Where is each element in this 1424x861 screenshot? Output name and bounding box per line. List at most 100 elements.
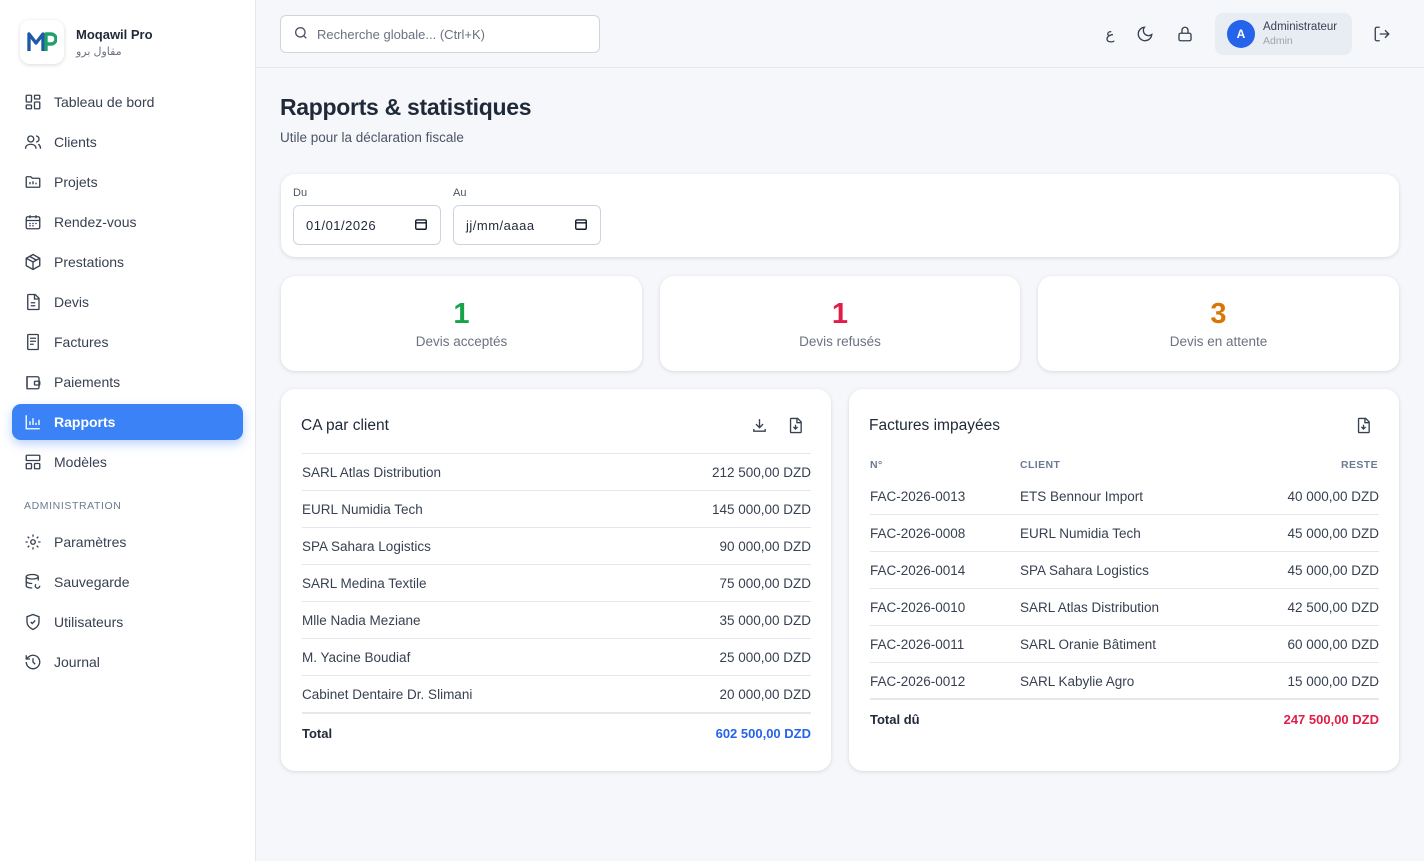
brand[interactable]: Moqawil Pro مقاول برو bbox=[20, 20, 153, 64]
lock-icon[interactable] bbox=[1175, 24, 1195, 44]
sidebar-item-projets[interactable]: Projets bbox=[12, 164, 243, 200]
pdf-export-icon[interactable] bbox=[786, 416, 804, 434]
sidebar-item-label: Rapports bbox=[54, 414, 116, 430]
ca-by-client-card: CA par client SARL Atlas Distribution 212… bbox=[281, 389, 831, 771]
invoice-number: FAC-2026-0013 bbox=[870, 489, 966, 504]
pdf-export-icon[interactable] bbox=[1354, 416, 1372, 434]
search-icon bbox=[293, 25, 309, 44]
table-row[interactable]: FAC-2026-0013 ETS Bennour Import 40 000,00… bbox=[870, 478, 1379, 515]
sidebar-item-label: Prestations bbox=[54, 254, 125, 270]
invoice-remaining: 15 000,00 DZD bbox=[1287, 674, 1379, 689]
column-header-remaining: RESTE bbox=[1340, 459, 1378, 471]
invoice-remaining: 45 000,00 DZD bbox=[1287, 526, 1379, 541]
sidebar: Moqawil Pro مقاول برو Tableau de bord Cl… bbox=[0, 0, 256, 861]
calendar-icon[interactable] bbox=[574, 217, 588, 234]
sidebar-item-label: Paramètres bbox=[54, 534, 127, 550]
user-menu[interactable]: A Administrateur Admin bbox=[1215, 13, 1352, 55]
sidebar-item-journal[interactable]: Journal bbox=[12, 644, 243, 680]
from-date-label: Du bbox=[293, 187, 308, 199]
invoice-client: ETS Bennour Import bbox=[1020, 489, 1144, 504]
sidebar-item-utilisateurs[interactable]: Utilisateurs bbox=[12, 604, 243, 640]
sidebar-item-rapports[interactable]: Rapports bbox=[12, 404, 243, 440]
to-date-input[interactable]: jj/mm/aaaa bbox=[453, 205, 601, 245]
invoice-client: SARL Oranie Bâtiment bbox=[1020, 637, 1157, 652]
table-row[interactable]: FAC-2026-0010 SARL Atlas Distribution 42 5… bbox=[870, 589, 1379, 626]
download-icon[interactable] bbox=[750, 416, 768, 434]
stat-card-refused: 1 Devis refusés bbox=[660, 276, 1020, 371]
column-header-number: N° bbox=[870, 459, 883, 471]
table-row[interactable]: FAC-2026-0012 SARL Kabylie Agro 15 000,00 … bbox=[870, 663, 1379, 700]
sidebar-item-modeles[interactable]: Modèles bbox=[12, 444, 243, 480]
calendar-icon[interactable] bbox=[414, 217, 428, 234]
sidebar-item-label: Journal bbox=[54, 654, 100, 670]
table-row: SARL Medina Textile 75 000,00 DZD bbox=[302, 564, 811, 601]
table-row: SPA Sahara Logistics 90 000,00 DZD bbox=[302, 527, 811, 564]
total-row: Total 602 500,00 DZD bbox=[302, 712, 811, 752]
moon-icon[interactable] bbox=[1135, 24, 1155, 44]
sidebar-item-devis[interactable]: Devis bbox=[12, 284, 243, 320]
stat-label: Devis refusés bbox=[799, 334, 881, 349]
invoice-number: FAC-2026-0012 bbox=[870, 674, 966, 689]
client-name: Mlle Nadia Meziane bbox=[302, 612, 421, 628]
client-amount: 20 000,00 DZD bbox=[719, 686, 811, 702]
sidebar-item-label: Modèles bbox=[54, 454, 107, 470]
client-amount: 35 000,00 DZD bbox=[719, 612, 811, 628]
total-label: Total dû bbox=[870, 711, 920, 727]
table-row[interactable]: FAC-2026-0008 EURL Numidia Tech 45 000,00 … bbox=[870, 515, 1379, 552]
sidebar-item-label: Tableau de bord bbox=[54, 94, 155, 110]
client-amount: 75 000,00 DZD bbox=[719, 575, 811, 591]
brand-name: Moqawil Pro bbox=[76, 26, 153, 42]
stat-card-pending: 3 Devis en attente bbox=[1038, 276, 1399, 371]
client-name: Cabinet Dentaire Dr. Slimani bbox=[302, 686, 473, 702]
chart-icon bbox=[24, 413, 42, 431]
sidebar-item-prestations[interactable]: Prestations bbox=[12, 244, 243, 280]
stat-value: 1 bbox=[453, 298, 470, 330]
client-amount: 212 500,00 DZD bbox=[711, 464, 811, 480]
sidebar-item-label: Clients bbox=[54, 134, 97, 150]
invoice-remaining: 42 500,00 DZD bbox=[1287, 600, 1379, 615]
from-date-input[interactable]: 01/01/2026 bbox=[293, 205, 441, 245]
client-name: SPA Sahara Logistics bbox=[302, 538, 431, 554]
global-search[interactable] bbox=[280, 15, 600, 53]
stat-label: Devis acceptés bbox=[415, 334, 508, 349]
invoice-client: SARL Kabylie Agro bbox=[1020, 674, 1135, 689]
total-label: Total bbox=[302, 725, 333, 741]
sidebar-item-factures[interactable]: Factures bbox=[12, 324, 243, 360]
sidebar-item-label: Devis bbox=[54, 294, 90, 310]
brand-subtitle: مقاول برو bbox=[76, 45, 122, 58]
client-amount: 145 000,00 DZD bbox=[711, 501, 811, 517]
sidebar-item-paiements[interactable]: Paiements bbox=[12, 364, 243, 400]
table-row: Mlle Nadia Meziane 35 000,00 DZD bbox=[302, 601, 811, 638]
table-row[interactable]: FAC-2026-0011 SARL Oranie Bâtiment 60 000,… bbox=[870, 626, 1379, 663]
date-filter-card: Du 01/01/2026 Au jj/mm/aaaa bbox=[281, 174, 1399, 257]
template-icon bbox=[24, 453, 42, 471]
folder-icon bbox=[24, 173, 42, 191]
sidebar-item-clients[interactable]: Clients bbox=[12, 124, 243, 160]
logout-icon[interactable] bbox=[1372, 24, 1392, 44]
stat-card-accepted: 1 Devis acceptés bbox=[281, 276, 642, 371]
invoice-remaining: 60 000,00 DZD bbox=[1287, 637, 1379, 652]
shield-icon bbox=[24, 613, 42, 631]
to-date-value: jj/mm/aaaa bbox=[466, 217, 535, 233]
sidebar-item-parametres[interactable]: Paramètres bbox=[12, 524, 243, 560]
total-value: 602 500,00 DZD bbox=[715, 725, 811, 741]
invoice-client: EURL Numidia Tech bbox=[1020, 526, 1141, 541]
sidebar-item-rendez-vous[interactable]: Rendez-vous bbox=[12, 204, 243, 240]
database-icon bbox=[24, 573, 42, 591]
stat-value: 3 bbox=[1210, 298, 1227, 330]
total-value: 247 500,00 DZD bbox=[1283, 711, 1379, 727]
sidebar-item-sauvegarde[interactable]: Sauvegarde bbox=[12, 564, 243, 600]
invoice-number: FAC-2026-0011 bbox=[870, 637, 965, 652]
invoice-number: FAC-2026-0014 bbox=[870, 563, 966, 578]
sidebar-item-label: Sauvegarde bbox=[54, 574, 130, 590]
table-row[interactable]: FAC-2026-0014 SPA Sahara Logistics 45 000,… bbox=[870, 552, 1379, 589]
search-input[interactable] bbox=[317, 26, 577, 42]
calendar-icon bbox=[24, 213, 42, 231]
nav-section-administration: ADMINISTRATION bbox=[24, 500, 122, 512]
language-toggle[interactable]: ع bbox=[1100, 24, 1120, 44]
table-row: Cabinet Dentaire Dr. Slimani 20 000,00 DZ… bbox=[302, 675, 811, 712]
sidebar-item-dashboard[interactable]: Tableau de bord bbox=[12, 84, 243, 120]
column-header-client: CLIENT bbox=[1020, 459, 1061, 471]
dashboard-icon bbox=[24, 93, 42, 111]
invoice-client: SPA Sahara Logistics bbox=[1020, 563, 1149, 578]
